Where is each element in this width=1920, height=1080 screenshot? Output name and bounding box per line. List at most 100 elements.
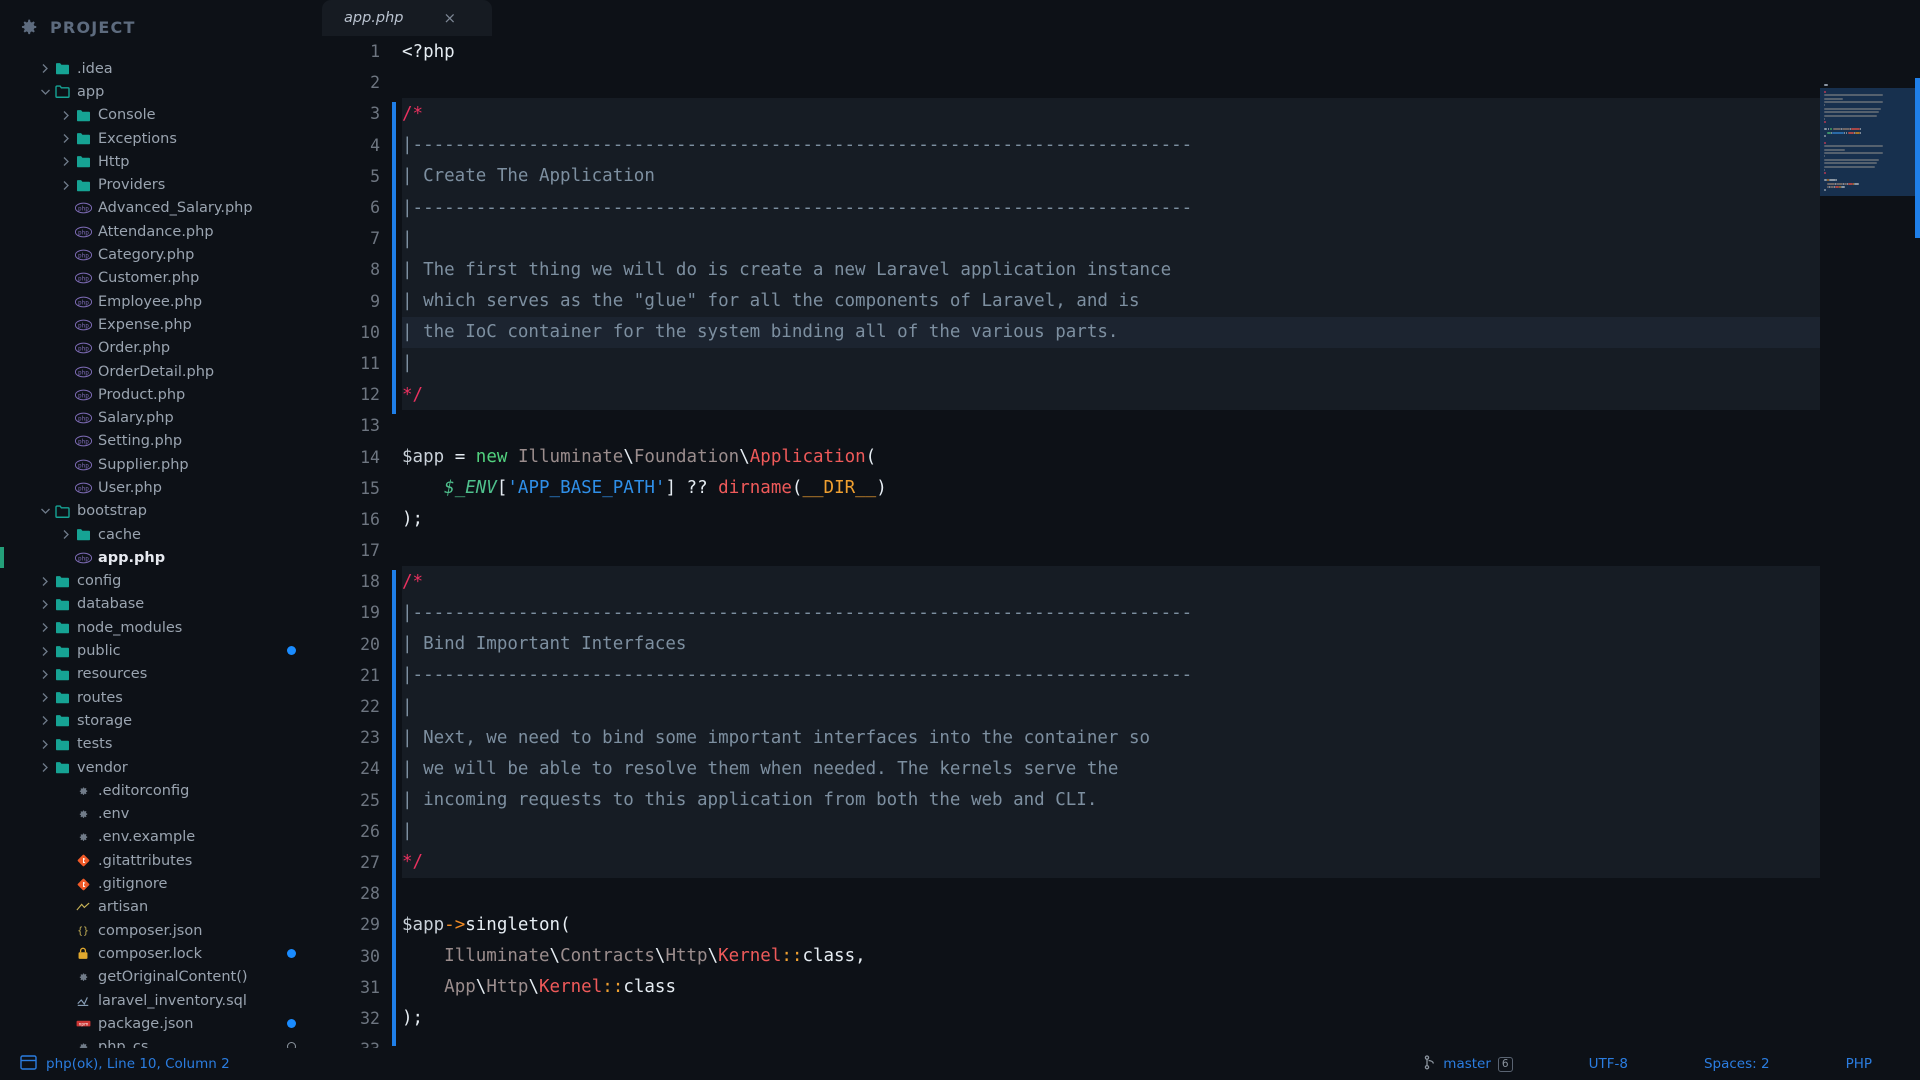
tree-item-customer-php[interactable]: php Customer.php xyxy=(0,267,310,290)
chevron-right-icon[interactable] xyxy=(38,599,52,610)
chevron-right-icon[interactable] xyxy=(38,692,52,703)
indent-item[interactable]: Spaces: 2 xyxy=(1666,1056,1808,1072)
tree-item-laravel-inventory-sql[interactable]: laravel_inventory.sql xyxy=(0,989,310,1012)
code-line[interactable]: 18 /* xyxy=(310,566,1920,598)
tree-item-database[interactable]: database xyxy=(0,593,310,616)
code-line[interactable]: 28 xyxy=(310,878,1920,909)
code-line[interactable]: 30 Illuminate\Contracts\Http\Kernel::cla… xyxy=(310,940,1920,971)
code-line[interactable]: 27 */ xyxy=(310,846,1920,879)
code-line[interactable]: 11 | xyxy=(310,347,1920,380)
tree-item-app-php[interactable]: php app.php xyxy=(0,546,310,569)
chevron-right-icon[interactable] xyxy=(59,180,73,191)
tree-item-package-json[interactable]: npm package.json xyxy=(0,1012,310,1035)
code-line[interactable]: 13 xyxy=(310,410,1920,441)
tree-item-cache[interactable]: cache xyxy=(0,523,310,546)
tree-item-node-modules[interactable]: node_modules xyxy=(0,616,310,639)
code-line[interactable]: 22 | xyxy=(310,690,1920,723)
tree-item-orderdetail-php[interactable]: php OrderDetail.php xyxy=(0,360,310,383)
tree-item-env-example[interactable]: .env.example xyxy=(0,826,310,849)
code-line[interactable]: 33 xyxy=(310,1034,1920,1048)
tree-item-providers[interactable]: Providers xyxy=(0,173,310,196)
tree-item-storage[interactable]: storage xyxy=(0,709,310,732)
tree-item-idea[interactable]: .idea xyxy=(0,57,310,80)
code-line[interactable]: 24 | we will be able to resolve them when… xyxy=(310,753,1920,785)
tree-item-routes[interactable]: routes xyxy=(0,686,310,709)
code-line[interactable]: 17 xyxy=(310,535,1920,566)
chevron-right-icon[interactable] xyxy=(38,576,52,587)
code-line[interactable]: 2 xyxy=(310,67,1920,98)
chevron-right-icon[interactable] xyxy=(38,646,52,657)
encoding-item[interactable]: UTF-8 xyxy=(1551,1056,1666,1072)
chevron-right-icon[interactable] xyxy=(38,762,52,773)
tree-item-employee-php[interactable]: php Employee.php xyxy=(0,290,310,313)
tree-item-console[interactable]: Console xyxy=(0,104,310,127)
tree-item-artisan[interactable]: artisan xyxy=(0,896,310,919)
tree-item-attendance-php[interactable]: php Attendance.php xyxy=(0,220,310,243)
tree-item-order-php[interactable]: php Order.php xyxy=(0,337,310,360)
code-line[interactable]: 6 |--------------------------------------… xyxy=(310,191,1920,224)
tree-item-php-cs[interactable]: php_cs xyxy=(0,1035,310,1048)
tree-item-http[interactable]: Http xyxy=(0,150,310,173)
code-line[interactable]: 29 $app->singleton( xyxy=(310,909,1920,940)
tree-item-tests[interactable]: tests xyxy=(0,733,310,756)
chevron-right-icon[interactable] xyxy=(59,529,73,540)
code-line[interactable]: 19 |-------------------------------------… xyxy=(310,597,1920,629)
chevron-right-icon[interactable] xyxy=(59,133,73,144)
language-item[interactable]: PHP xyxy=(1808,1056,1920,1072)
tree-item-config[interactable]: config xyxy=(0,570,310,593)
editor-tab[interactable]: app.php × xyxy=(322,0,492,36)
editor-minimap[interactable] xyxy=(1820,72,1920,1048)
code-line[interactable]: 10 | the IoC container for the system bin… xyxy=(310,316,1920,349)
tree-item-category-php[interactable]: php Category.php xyxy=(0,243,310,266)
code-line[interactable]: 3 /* xyxy=(310,98,1920,130)
code-line[interactable]: 14 $app = new Illuminate\Foundation\Appli… xyxy=(310,441,1920,472)
chevron-right-icon[interactable] xyxy=(59,156,73,167)
chevron-right-icon[interactable] xyxy=(59,110,73,121)
chevron-right-icon[interactable] xyxy=(38,63,52,74)
code-line[interactable]: 8 | The first thing we will do is create … xyxy=(310,254,1920,286)
code-line[interactable]: 25 | incoming requests to this applicatio… xyxy=(310,784,1920,816)
code-line[interactable]: 7 | xyxy=(310,223,1920,255)
close-icon[interactable]: × xyxy=(444,10,457,26)
chevron-right-icon[interactable] xyxy=(38,669,52,680)
code-line[interactable]: 31 App\Http\Kernel::class xyxy=(310,972,1920,1003)
code-line[interactable]: 16); xyxy=(310,504,1920,535)
code-line[interactable]: 20 | Bind Important Interfaces xyxy=(310,628,1920,660)
code-line[interactable]: 21 |-------------------------------------… xyxy=(310,659,1920,692)
code-line[interactable]: 1 <?php xyxy=(310,36,1920,67)
git-branch-item[interactable]: master 6 xyxy=(1386,1054,1550,1074)
code-line[interactable]: 12 */ xyxy=(310,379,1920,411)
tree-item-composer-lock[interactable]: composer.lock xyxy=(0,942,310,965)
code-line[interactable]: 9 | which serves as the "glue" for all th… xyxy=(310,285,1920,317)
tree-item-env[interactable]: .env xyxy=(0,803,310,826)
code-fold-marker-2[interactable] xyxy=(392,570,396,1047)
tree-item-setting-php[interactable]: php Setting.php xyxy=(0,430,310,453)
tree-item-app[interactable]: app xyxy=(0,80,310,103)
chevron-right-icon[interactable] xyxy=(38,739,52,750)
chevron-right-icon[interactable] xyxy=(38,715,52,726)
tree-item-expense-php[interactable]: php Expense.php xyxy=(0,313,310,336)
code-line[interactable]: 15 $_ENV['APP_BASE_PATH'] ?? dirname(__D… xyxy=(310,473,1920,504)
chevron-down-icon[interactable] xyxy=(38,507,52,515)
tree-item-editorconfig[interactable]: .editorconfig xyxy=(0,779,310,802)
tree-item-bootstrap[interactable]: bootstrap xyxy=(0,500,310,523)
tree-item-advanced-salary-php[interactable]: php Advanced_Salary.php xyxy=(0,197,310,220)
tree-item-supplier-php[interactable]: php Supplier.php xyxy=(0,453,310,476)
tree-item-gitignore[interactable]: .gitignore xyxy=(0,872,310,895)
tree-item-salary-php[interactable]: php Salary.php xyxy=(0,406,310,429)
status-left[interactable]: php(ok), Line 10, Column 2 xyxy=(0,1054,230,1074)
tree-item-user-php[interactable]: php User.php xyxy=(0,476,310,499)
code-line[interactable]: 5 | Create The Application xyxy=(310,160,1920,193)
minimap-scrollbar[interactable] xyxy=(1915,78,1920,238)
chevron-down-icon[interactable] xyxy=(38,88,52,96)
code-editor[interactable]: 1 <?php 2 3/* 4 |----------------------------… xyxy=(310,36,1920,1048)
file-tree[interactable]: .idea app Console Exceptions Http Providers ph… xyxy=(0,54,310,1048)
tree-item-composer-json[interactable]: {} composer.json xyxy=(0,919,310,942)
tree-item-gitattributes[interactable]: .gitattributes xyxy=(0,849,310,872)
tree-item-product-php[interactable]: php Product.php xyxy=(0,383,310,406)
tree-item-getoriginalcontent[interactable]: getOriginalContent() xyxy=(0,966,310,989)
tree-item-vendor[interactable]: vendor xyxy=(0,756,310,779)
editor-tabbar[interactable]: app.php × xyxy=(310,0,1920,36)
tree-item-resources[interactable]: resources xyxy=(0,663,310,686)
tree-item-exceptions[interactable]: Exceptions xyxy=(0,127,310,150)
